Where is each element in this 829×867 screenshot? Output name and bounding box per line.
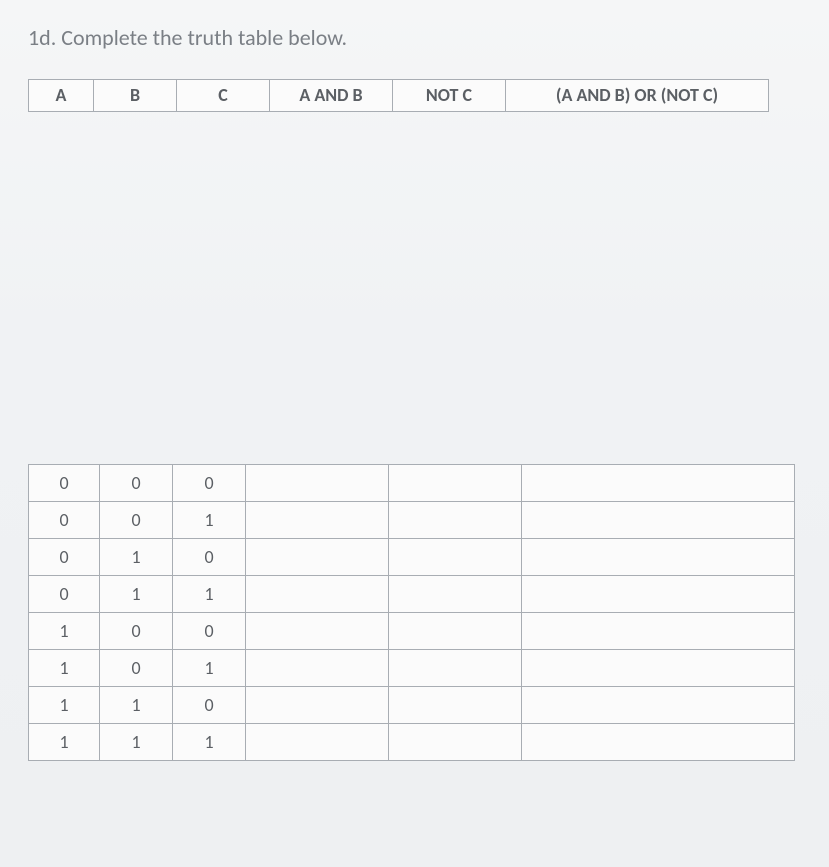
cell-b: 0 [100,612,173,649]
table-header-row: A B C A AND B NOT C (A AND B) OR (NOT C) [29,80,769,112]
cell-a: 1 [29,612,100,649]
cell-a: 0 [29,464,100,501]
cell-e [389,649,522,686]
cell-c: 1 [173,723,246,760]
cell-b: 0 [100,649,173,686]
table-row: 100 [29,612,795,649]
table-row: 001 [29,501,795,538]
col-header-a-and-b: A AND B [270,80,393,112]
cell-f [522,612,795,649]
truth-table-header: A B C A AND B NOT C (A AND B) OR (NOT C) [28,79,769,112]
table-row: 010 [29,538,795,575]
table-row: 011 [29,575,795,612]
cell-a: 0 [29,501,100,538]
cell-c: 0 [173,686,246,723]
cell-b: 1 [100,538,173,575]
cell-e [389,575,522,612]
cell-a: 1 [29,686,100,723]
cell-b: 1 [100,723,173,760]
cell-a: 1 [29,649,100,686]
cell-d [246,464,389,501]
cell-d [246,686,389,723]
cell-a: 0 [29,575,100,612]
cell-e [389,686,522,723]
cell-d [246,575,389,612]
cell-d [246,612,389,649]
cell-c: 0 [173,464,246,501]
cell-d [246,723,389,760]
cell-f [522,723,795,760]
cell-f [522,575,795,612]
cell-d [246,538,389,575]
cell-b: 0 [100,501,173,538]
cell-f [522,649,795,686]
table-row: 110 [29,686,795,723]
cell-b: 1 [100,686,173,723]
cell-f [522,501,795,538]
cell-c: 1 [173,575,246,612]
cell-d [246,649,389,686]
cell-c: 0 [173,612,246,649]
col-header-result: (A AND B) OR (NOT C) [506,80,769,112]
cell-f [522,464,795,501]
table-row: 000 [29,464,795,501]
cell-e [389,501,522,538]
cell-b: 1 [100,575,173,612]
cell-e [389,464,522,501]
cell-d [246,501,389,538]
cell-c: 1 [173,501,246,538]
cell-c: 1 [173,649,246,686]
col-header-not-c: NOT C [393,80,506,112]
table-row: 101 [29,649,795,686]
cell-f [522,686,795,723]
blank-spacer [28,112,801,464]
cell-e [389,723,522,760]
cell-e [389,538,522,575]
table-row: 111 [29,723,795,760]
col-header-b: B [94,80,177,112]
truth-table-body: 000001010011100101110111 [28,464,795,761]
cell-f [522,538,795,575]
col-header-c: C [177,80,270,112]
cell-e [389,612,522,649]
col-header-a: A [29,80,94,112]
cell-c: 0 [173,538,246,575]
cell-a: 1 [29,723,100,760]
cell-b: 0 [100,464,173,501]
question-prompt: 1d. Complete the truth table below. [28,24,801,51]
cell-a: 0 [29,538,100,575]
